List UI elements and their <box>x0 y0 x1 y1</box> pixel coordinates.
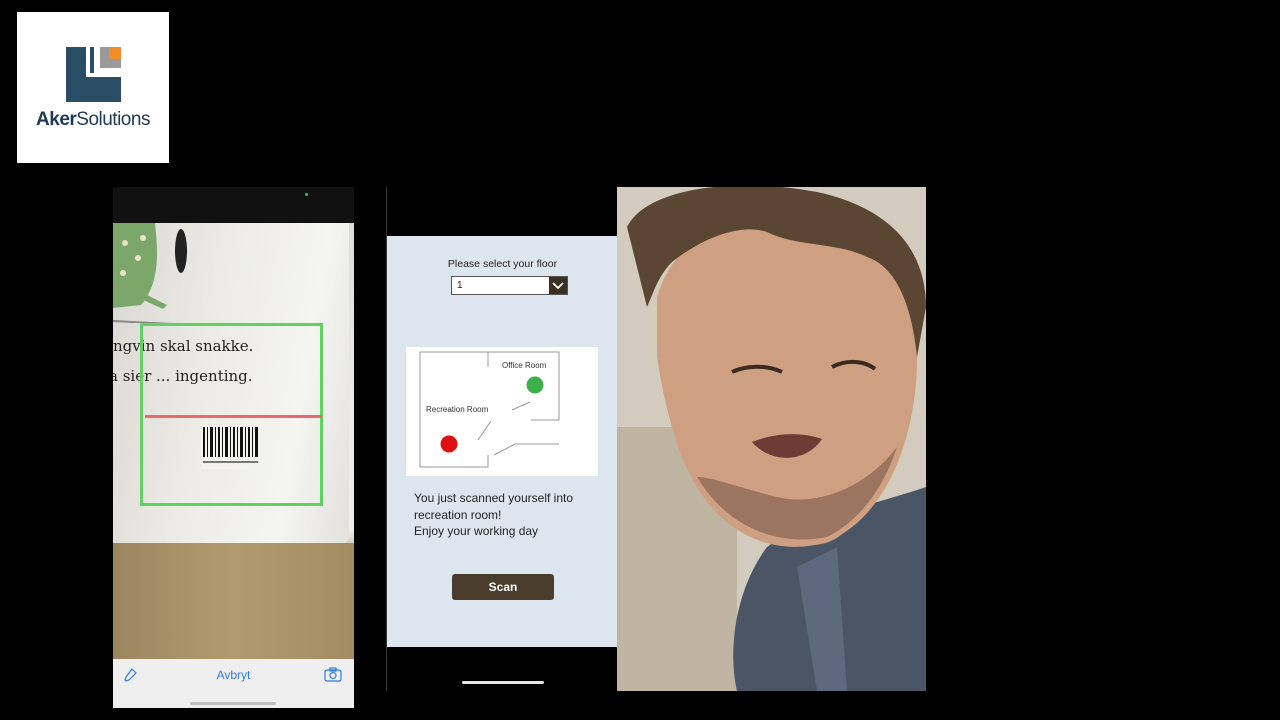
camera-icon[interactable] <box>324 667 342 682</box>
book-illustration-icon <box>113 223 187 323</box>
chevron-down-icon[interactable] <box>549 277 567 294</box>
camera-indicator-dot <box>305 193 308 196</box>
message-line-2: recreation room! <box>414 507 502 522</box>
message-line-1: You just scanned yourself into <box>414 491 573 505</box>
presenter-person-image <box>617 187 926 691</box>
recreation-room-label: Recreation Room <box>426 405 489 414</box>
presenter-webcam-video <box>617 187 926 691</box>
home-indicator <box>190 702 276 705</box>
message-line-3: Enjoy your working day <box>414 524 539 538</box>
floor-map: Office Room Recreation Room <box>406 347 598 476</box>
scan-laser-line <box>145 415 322 418</box>
app-screen: Please select your floor 1 Office Room R… <box>387 236 618 647</box>
floor-dropdown-value: 1 <box>457 280 463 291</box>
recreation-status-dot <box>440 435 458 453</box>
barcode-icon <box>201 425 261 469</box>
cancel-button[interactable]: Avbryt <box>113 668 354 682</box>
home-indicator <box>462 681 544 684</box>
wooden-shelf <box>113 543 354 659</box>
office-status-dot <box>526 376 544 394</box>
floor-plan-drawing: Office Room Recreation Room <box>419 351 560 468</box>
aker-solutions-logo: AkerSolutions <box>17 12 169 163</box>
floor-select-label: Please select your floor <box>447 258 558 270</box>
barcode-scanner-phone: ngvin skal snakke. a sier ... ingenting.… <box>113 187 354 708</box>
floor-dropdown[interactable]: 1 <box>451 276 568 295</box>
logo-wordmark: AkerSolutions <box>36 109 150 130</box>
aker-logo-mark-icon <box>66 47 121 102</box>
scan-result-message: You just scanned yourself into recreatio… <box>414 490 604 540</box>
floor-app-phone: Please select your floor 1 Office Room R… <box>386 187 618 691</box>
scan-button[interactable]: Scan <box>452 574 554 600</box>
office-room-label: Office Room <box>502 361 547 370</box>
scanner-toolbar: Avbryt <box>113 659 354 708</box>
